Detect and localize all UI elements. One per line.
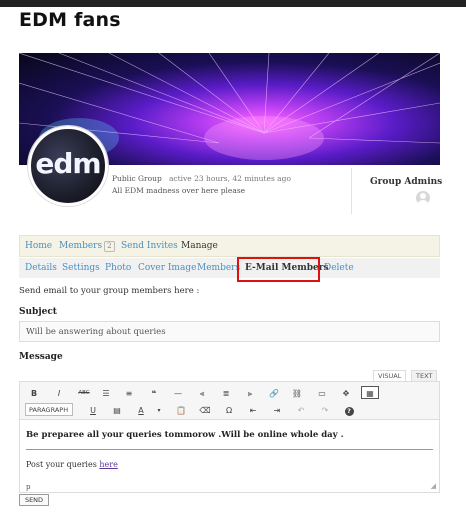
fullscreen-icon[interactable]: ✥ [337, 386, 355, 399]
nav-send-invites[interactable]: Send Invites [121, 241, 178, 251]
undo-icon[interactable]: ↶ [292, 403, 310, 416]
unlink-icon[interactable]: ⛓ [288, 386, 306, 399]
indent-icon[interactable]: ⇥ [268, 403, 286, 416]
editor-line-2-text: Post your queries [26, 460, 100, 469]
nav-members-label: Members [59, 241, 103, 251]
editor-line-1[interactable]: Be preparee all your queries tommorow .W… [26, 430, 344, 440]
help-button[interactable]: ? [340, 403, 358, 416]
subnav-members[interactable]: Members [197, 263, 240, 273]
chevron-down-icon[interactable]: ▾ [150, 403, 168, 416]
italic-button[interactable]: I [50, 386, 68, 399]
subnav-photo[interactable]: Photo [105, 263, 131, 273]
horizontal-line-icon[interactable]: — [169, 386, 187, 399]
message-label: Message [19, 352, 63, 362]
group-avatar-text: edm [35, 147, 101, 180]
group-avatar: edm [28, 126, 108, 206]
email-members-highlight [237, 257, 320, 282]
clear-formatting-icon[interactable]: ⌫ [196, 403, 214, 416]
editor-here-link[interactable]: here [99, 460, 117, 469]
special-character-button[interactable]: Ω [220, 403, 238, 416]
nav-home[interactable]: Home [25, 241, 52, 251]
strikethrough-button[interactable]: ABC [75, 386, 93, 399]
redo-icon[interactable]: ↷ [316, 403, 334, 416]
group-title: EDM fans [19, 9, 121, 31]
toolbar-toggle-icon[interactable]: ▦ [361, 386, 379, 399]
format-select[interactable]: PARAGRAPH [25, 403, 73, 416]
subject-label: Subject [19, 307, 57, 317]
subnav-delete[interactable]: Delete [324, 263, 354, 273]
members-count-badge: 2 [104, 241, 115, 252]
link-icon[interactable]: 🔗 [265, 386, 283, 399]
group-description: All EDM madness over here please [112, 186, 246, 195]
blockquote-icon[interactable]: ❝ [145, 386, 163, 399]
paste-text-icon[interactable]: 📋 [172, 403, 190, 416]
underline-button[interactable]: U [84, 403, 102, 416]
admin-avatar-icon[interactable] [416, 191, 430, 205]
subject-input[interactable]: Will be answering about queries [19, 321, 440, 342]
read-more-icon[interactable]: ▭ [313, 386, 331, 399]
align-center-icon[interactable]: ≣ [217, 386, 235, 399]
align-right-icon[interactable]: ⫸ [241, 386, 259, 399]
outdent-icon[interactable]: ⇤ [244, 403, 262, 416]
site-top-bar [0, 0, 466, 7]
bullet-list-icon[interactable]: ☰ [97, 386, 115, 399]
admins-divider [351, 168, 352, 214]
group-meta: Public Group active 23 hours, 42 minutes… [112, 174, 291, 183]
editor-horizontal-rule [26, 449, 433, 450]
align-left-icon[interactable]: ⫷ [193, 386, 211, 399]
format-select-value: PARAGRAPH [29, 406, 69, 414]
email-intro-text: Send email to your group members here : [19, 286, 200, 296]
nav-members[interactable]: Members 2 [59, 241, 115, 252]
editor-status-path: p [26, 483, 31, 491]
editor-toolbar: B I ABC ☰ ≡ ❝ — ⫷ ≣ ⫸ 🔗 ⛓ ▭ ✥ ▦ PARAGRAP… [20, 382, 439, 420]
group-main-nav: Home Members 2 Send Invites Manage [19, 235, 440, 257]
send-button[interactable]: SEND [19, 494, 49, 506]
group-activity: active 23 hours, 42 minutes ago [168, 174, 291, 183]
message-editor: B I ABC ☰ ≡ ❝ — ⫷ ≣ ⫸ 🔗 ⛓ ▭ ✥ ▦ PARAGRAP… [19, 381, 440, 493]
help-icon: ? [344, 407, 354, 416]
bold-button[interactable]: B [25, 386, 43, 399]
text-color-button[interactable]: A [132, 403, 150, 416]
editor-line-2[interactable]: Post your queries here [26, 460, 118, 469]
manage-sub-nav: Details Settings Photo Cover Image Membe… [19, 258, 440, 278]
subnav-settings[interactable]: Settings [62, 263, 100, 273]
justify-icon[interactable]: ▤ [108, 403, 126, 416]
group-type: Public Group [112, 174, 162, 183]
subnav-cover-image[interactable]: Cover Image [138, 263, 196, 273]
nav-manage[interactable]: Manage [181, 241, 218, 251]
resize-handle-icon[interactable]: ◢ [431, 482, 436, 490]
numbered-list-icon[interactable]: ≡ [120, 386, 138, 399]
group-admins-title: Group Admins [370, 177, 443, 187]
subnav-details[interactable]: Details [25, 263, 57, 273]
